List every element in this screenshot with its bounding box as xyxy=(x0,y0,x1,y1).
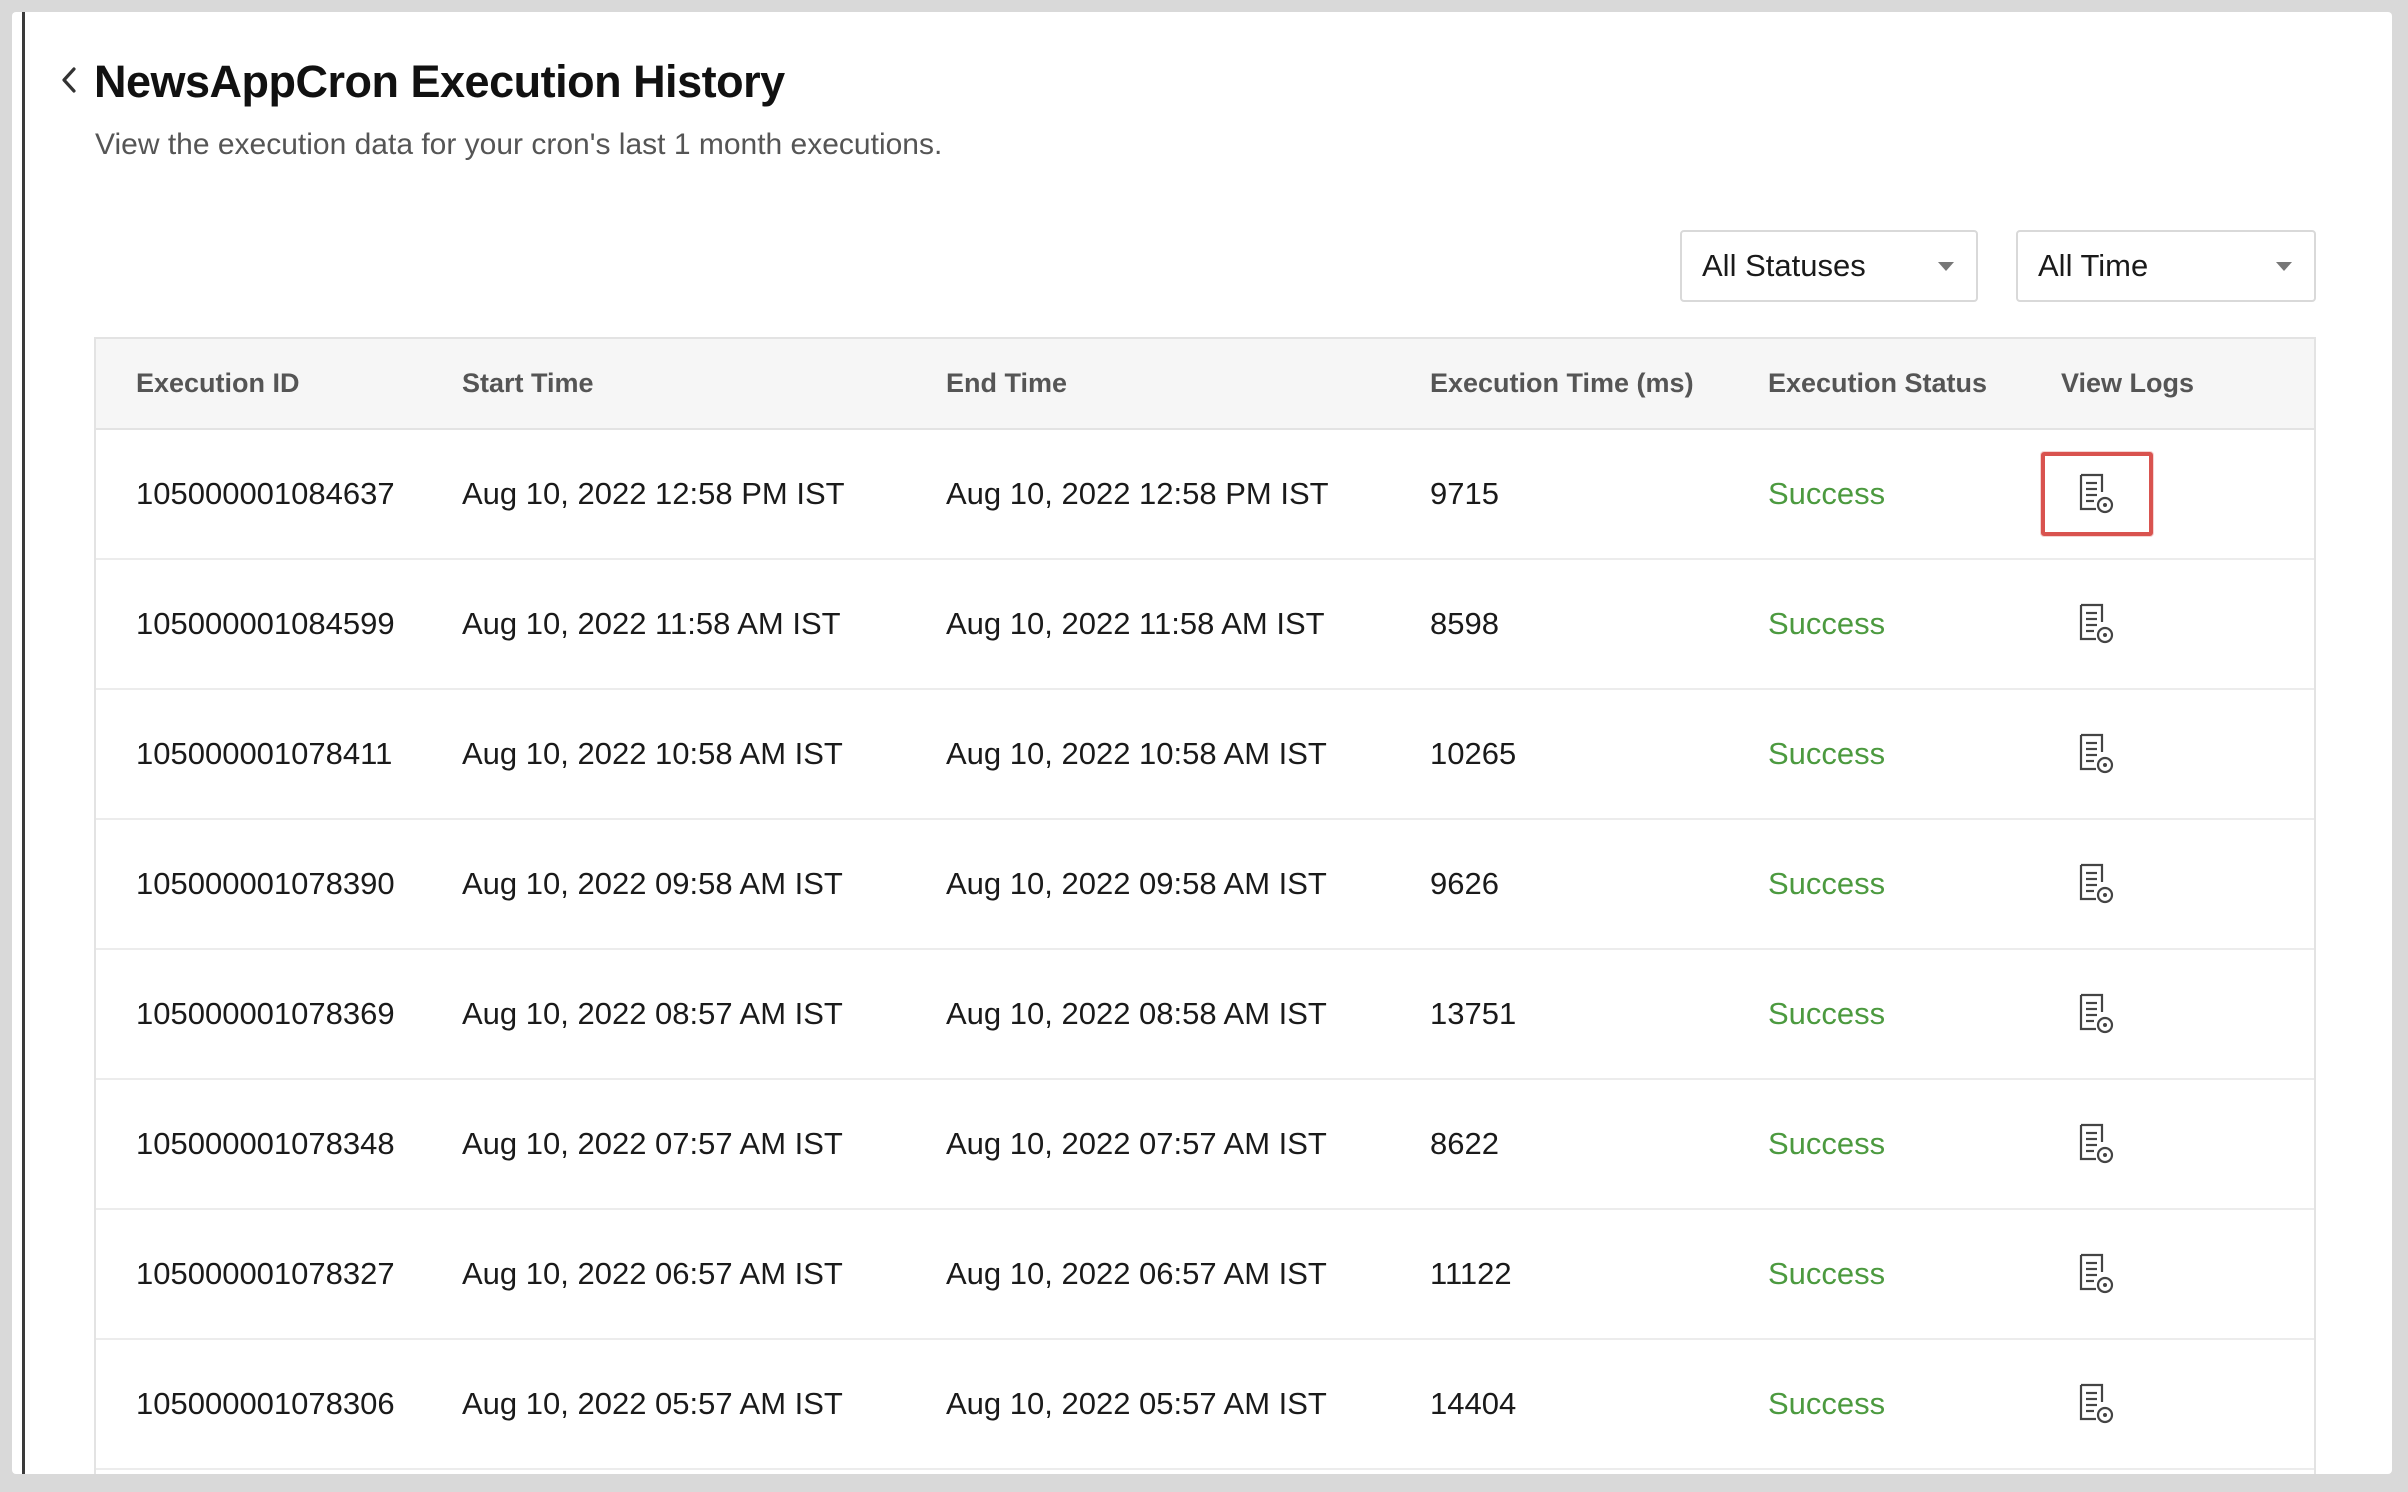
view-logs-cell xyxy=(2041,429,2314,559)
execution-id-cell: 105000001084637 xyxy=(136,476,395,511)
caret-down-icon xyxy=(2276,262,2292,271)
column-header-end-time: End Time xyxy=(946,368,1068,398)
execution-time-cell: 13751 xyxy=(1430,996,1517,1031)
column-header-view-logs: View Logs xyxy=(2061,368,2195,398)
table-row: 105000001078348 Aug 10, 2022 07:57 AM IST… xyxy=(96,1079,2314,1209)
column-header-execution-id: Execution ID xyxy=(136,368,300,398)
start-time-cell: Aug 10, 2022 11:58 AM IST xyxy=(462,606,841,641)
execution-id-cell: 105000001084599 xyxy=(136,606,395,641)
start-time-cell: Aug 10, 2022 05:57 AM IST xyxy=(462,1386,843,1421)
execution-id-cell: 105000001078306 xyxy=(136,1386,395,1421)
view-logs-button[interactable] xyxy=(2041,972,2153,1056)
execution-time-cell: 9626 xyxy=(1430,866,1499,901)
start-time-cell: Aug 10, 2022 10:58 AM IST xyxy=(462,736,843,771)
execution-time-cell: 8598 xyxy=(1430,606,1499,641)
end-time-cell: Aug 10, 2022 12:58 PM IST xyxy=(946,476,1329,511)
execution-id-cell: 105000001078348 xyxy=(136,1126,395,1161)
back-button[interactable] xyxy=(46,57,92,103)
end-time-cell: Aug 10, 2022 09:58 AM IST xyxy=(946,866,1327,901)
column-header-execution-time: Execution Time (ms) xyxy=(1430,368,1694,398)
page-title: NewsAppCron Execution History xyxy=(94,56,785,107)
view-logs-cell xyxy=(2061,1209,2314,1339)
execution-status-cell: Success xyxy=(1768,996,1886,1031)
start-time-cell: Aug 10, 2022 09:58 AM IST xyxy=(462,866,843,901)
view-logs-cell xyxy=(2061,559,2314,689)
view-logs-button[interactable] xyxy=(2041,452,2153,536)
execution-id-cell: 105000001078390 xyxy=(136,866,395,901)
table-row: 105000001078327 Aug 10, 2022 06:57 AM IST… xyxy=(96,1209,2314,1339)
execution-status-cell: Success xyxy=(1768,1386,1886,1421)
end-time-cell: Aug 10, 2022 07:57 AM IST xyxy=(946,1126,1327,1161)
view-logs-cell xyxy=(2061,1079,2314,1209)
log-document-icon xyxy=(2077,992,2117,1036)
log-document-icon xyxy=(2077,602,2117,646)
table-row: 105000001078369 Aug 10, 2022 08:57 AM IST… xyxy=(96,949,2314,1079)
execution-time-cell: 9715 xyxy=(1430,476,1499,511)
end-time-cell: Aug 10, 2022 06:57 AM IST xyxy=(946,1256,1327,1291)
view-logs-button[interactable] xyxy=(2041,842,2153,926)
log-document-icon xyxy=(2077,1252,2117,1296)
execution-status-cell: Success xyxy=(1768,606,1886,641)
log-document-icon xyxy=(2077,1382,2117,1426)
table-row: 105000001078306 Aug 10, 2022 05:57 AM IST… xyxy=(96,1339,2314,1469)
column-header-execution-status: Execution Status xyxy=(1768,368,1988,398)
table-row: 105000001084599 Aug 10, 2022 11:58 AM IST… xyxy=(96,559,2314,689)
end-time-cell: Aug 10, 2022 10:58 AM IST xyxy=(946,736,1327,771)
left-divider xyxy=(22,12,25,1474)
chevron-left-icon xyxy=(62,67,76,93)
table-header-row: Execution ID Start Time End Time Executi… xyxy=(96,339,2314,429)
caret-down-icon xyxy=(1938,262,1954,271)
execution-status-cell: Success xyxy=(1768,1126,1886,1161)
start-time-cell: Aug 10, 2022 06:57 AM IST xyxy=(462,1256,843,1291)
view-logs-button[interactable] xyxy=(2041,1362,2153,1446)
log-document-icon xyxy=(2077,862,2117,906)
start-time-cell: Aug 10, 2022 07:57 AM IST xyxy=(462,1126,843,1161)
time-filter-dropdown[interactable]: All Time xyxy=(2016,230,2316,302)
execution-history-table: Execution ID Start Time End Time Executi… xyxy=(94,337,2316,1474)
table-row: 105000001084637 Aug 10, 2022 12:58 PM IST… xyxy=(96,429,2314,559)
column-header-start-time: Start Time xyxy=(462,368,594,398)
table-row: 105000001078390 Aug 10, 2022 09:58 AM IST… xyxy=(96,819,2314,949)
app-window: NewsAppCron Execution History View the e… xyxy=(12,12,2392,1474)
time-filter-value: All Time xyxy=(2038,248,2149,283)
execution-id-cell: 105000001078411 xyxy=(136,736,393,771)
end-time-cell: Aug 10, 2022 05:57 AM IST xyxy=(946,1386,1327,1421)
execution-time-cell: 8622 xyxy=(1430,1126,1499,1161)
view-logs-cell xyxy=(2061,949,2314,1079)
start-time-cell: Aug 10, 2022 08:57 AM IST xyxy=(462,996,843,1031)
execution-time-cell: 14404 xyxy=(1430,1386,1517,1421)
log-document-icon xyxy=(2077,732,2117,776)
end-time-cell: Aug 10, 2022 11:58 AM IST xyxy=(946,606,1325,641)
execution-status-cell: Success xyxy=(1768,476,1886,511)
page-subtitle: View the execution data for your cron's … xyxy=(95,128,943,161)
execution-status-cell: Success xyxy=(1768,866,1886,901)
view-logs-button[interactable] xyxy=(2041,1232,2153,1316)
log-document-icon xyxy=(2077,472,2117,516)
start-time-cell: Aug 10, 2022 12:58 PM IST xyxy=(462,476,845,511)
end-time-cell: Aug 10, 2022 08:58 AM IST xyxy=(946,996,1327,1031)
view-logs-button[interactable] xyxy=(2041,1102,2153,1186)
status-filter-dropdown[interactable]: All Statuses xyxy=(1680,230,1978,302)
execution-id-cell: 105000001078369 xyxy=(136,996,395,1031)
status-filter-value: All Statuses xyxy=(1702,248,1866,283)
execution-time-cell: 11122 xyxy=(1430,1256,1512,1291)
view-logs-button[interactable] xyxy=(2041,582,2153,666)
view-logs-cell xyxy=(2061,689,2314,819)
execution-status-cell: Success xyxy=(1768,736,1886,771)
execution-time-cell: 10265 xyxy=(1430,736,1517,771)
view-logs-button[interactable] xyxy=(2041,712,2153,796)
execution-status-cell: Success xyxy=(1768,1256,1886,1291)
view-logs-cell xyxy=(2061,819,2314,949)
log-document-icon xyxy=(2077,1122,2117,1166)
execution-id-cell: 105000001078327 xyxy=(136,1256,395,1291)
table-row: 105000001078411 Aug 10, 2022 10:58 AM IST… xyxy=(96,689,2314,819)
view-logs-cell xyxy=(2061,1339,2314,1469)
